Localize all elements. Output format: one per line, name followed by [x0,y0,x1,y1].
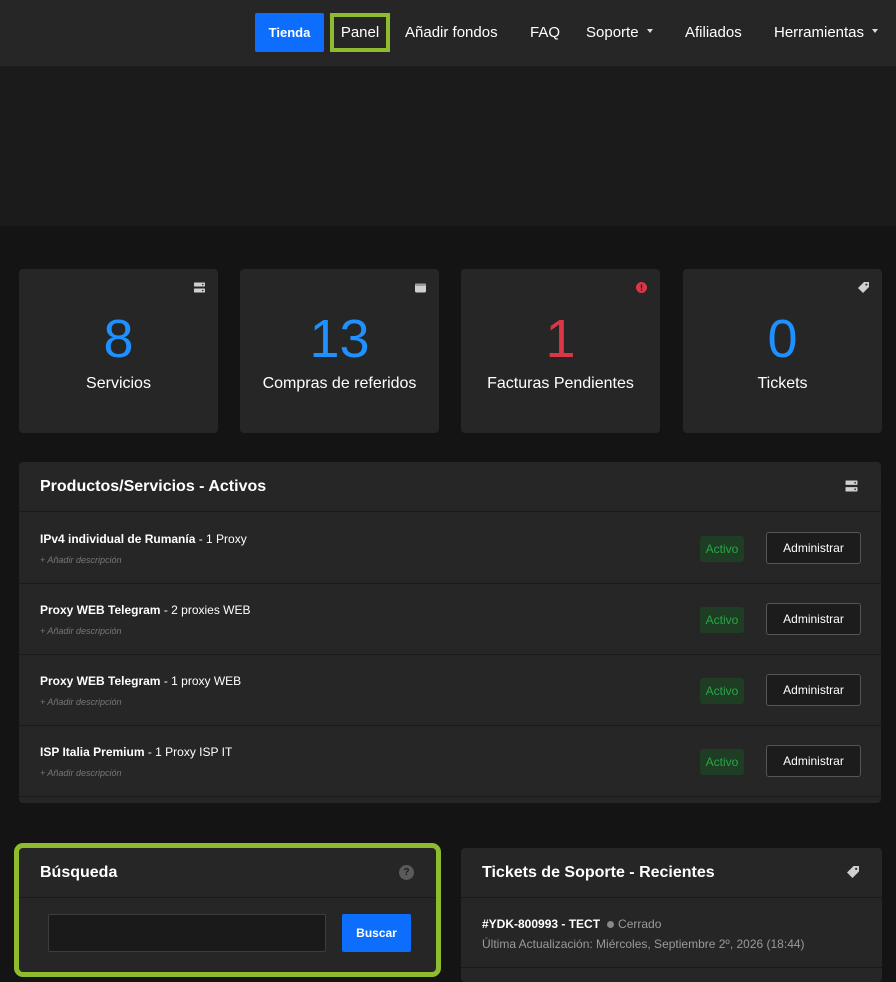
products-panel-header: Productos/Servicios - Activos [19,462,881,512]
server-icon [194,282,205,293]
stat-referrals-value: 13 [309,309,370,369]
nav-tools-label: Herramientas [774,24,865,41]
nav-tools-dropdown[interactable]: Herramientas [774,13,879,52]
add-description-link[interactable]: + Añadir descripción [40,626,121,636]
product-row: IPv4 individual de Rumanía - 1 Proxy + A… [19,513,881,584]
stat-services-tile[interactable]: 8 Servicios [19,269,218,433]
search-panel: Búsqueda ? Buscar [14,843,441,977]
manage-button[interactable]: Administrar [766,674,861,706]
stat-tickets-label: Tickets [757,375,808,392]
alert-icon [636,282,647,293]
stat-invoices-label: Facturas Pendientes [487,375,634,392]
ticket-status: Cerrado [618,917,662,931]
tag-icon [858,282,869,293]
ticket-last-update: Última Actualización: Miércoles, Septiem… [482,937,805,951]
nav-support-dropdown[interactable]: Soporte [586,13,653,52]
help-icon[interactable]: ? [399,865,414,880]
tickets-panel-title: Tickets de Soporte - Recientes [482,864,715,881]
product-title[interactable]: Proxy WEB Telegram - 2 proxies WEB [40,603,251,617]
stat-services-label: Servicios [86,375,151,392]
status-dot-icon [607,920,615,928]
product-detail: - 1 Proxy ISP IT [144,745,233,759]
stat-services-value: 8 [103,309,134,369]
search-panel-title: Búsqueda [40,864,118,881]
search-panel-header: Búsqueda ? [19,848,436,898]
chevron-down-icon [646,29,653,33]
product-name: ISP Italia Premium [40,745,145,759]
status-badge: Activo [700,678,744,704]
product-detail: - 1 Proxy [195,532,247,546]
product-title[interactable]: ISP Italia Premium - 1 Proxy ISP IT [40,745,232,759]
nav-faq-link[interactable]: FAQ [530,13,560,52]
tickets-panel-header: Tickets de Soporte - Recientes [461,848,882,898]
stat-tickets-value: 0 [767,309,798,369]
status-badge: Activo [700,607,744,633]
nav-tienda-button[interactable]: Tienda [255,13,324,52]
product-row: ISP Italia Premium - 1 Proxy ISP IT + Añ… [19,726,881,797]
product-detail: - 1 proxy WEB [160,674,242,688]
add-description-link[interactable]: + Añadir descripción [40,697,121,707]
products-panel: Productos/Servicios - Activos IPv4 indiv… [19,462,881,803]
products-panel-title: Productos/Servicios - Activos [40,478,267,495]
search-input[interactable] [48,914,326,952]
manage-button[interactable]: Administrar [766,603,861,635]
add-description-link[interactable]: + Añadir descripción [40,768,121,778]
stat-referrals-label: Compras de referidos [262,375,417,392]
ticket-id: #YDK-800993 - TECT [482,917,601,931]
search-button[interactable]: Buscar [342,914,411,952]
product-name: Proxy WEB Telegram [40,674,161,688]
nav-support-label: Soporte [586,24,639,41]
top-navbar: Tienda Panel Añadir fondos FAQ Soporte A… [0,0,896,66]
add-description-link[interactable]: + Añadir descripción [40,555,121,565]
stat-referrals-tile[interactable]: 13 Compras de referidos [240,269,439,433]
tag-icon [847,866,859,878]
wallet-icon [415,283,426,293]
product-row: Proxy WEB Telegram - 1 proxy WEB + Añadi… [19,655,881,726]
manage-button[interactable]: Administrar [766,745,861,777]
tickets-panel: Tickets de Soporte - Recientes #YDK-8009… [461,848,882,982]
nav-panel-link[interactable]: Panel [330,13,390,52]
divider [461,967,882,968]
chevron-down-icon [872,29,879,33]
status-badge: Activo [700,536,744,562]
product-name: IPv4 individual de Rumanía [40,532,196,546]
hero-banner [0,66,896,226]
product-title[interactable]: IPv4 individual de Rumanía - 1 Proxy [40,532,247,546]
product-title[interactable]: Proxy WEB Telegram - 1 proxy WEB [40,674,241,688]
stat-invoices-value: 1 [545,309,576,369]
product-row: Proxy WEB Telegram - 2 proxies WEB + Aña… [19,584,881,655]
stat-tickets-tile[interactable]: 0 Tickets [683,269,882,433]
ticket-item[interactable]: #YDK-800993 - TECT Cerrado [482,917,661,931]
server-icon [845,480,858,492]
nav-add-funds-link[interactable]: Añadir fondos [405,13,498,52]
stat-invoices-tile[interactable]: 1 Facturas Pendientes [461,269,660,433]
product-detail: - 2 proxies WEB [160,603,251,617]
product-name: Proxy WEB Telegram [40,603,161,617]
manage-button[interactable]: Administrar [766,532,861,564]
status-badge: Activo [700,749,744,775]
nav-affiliates-link[interactable]: Afiliados [685,13,742,52]
